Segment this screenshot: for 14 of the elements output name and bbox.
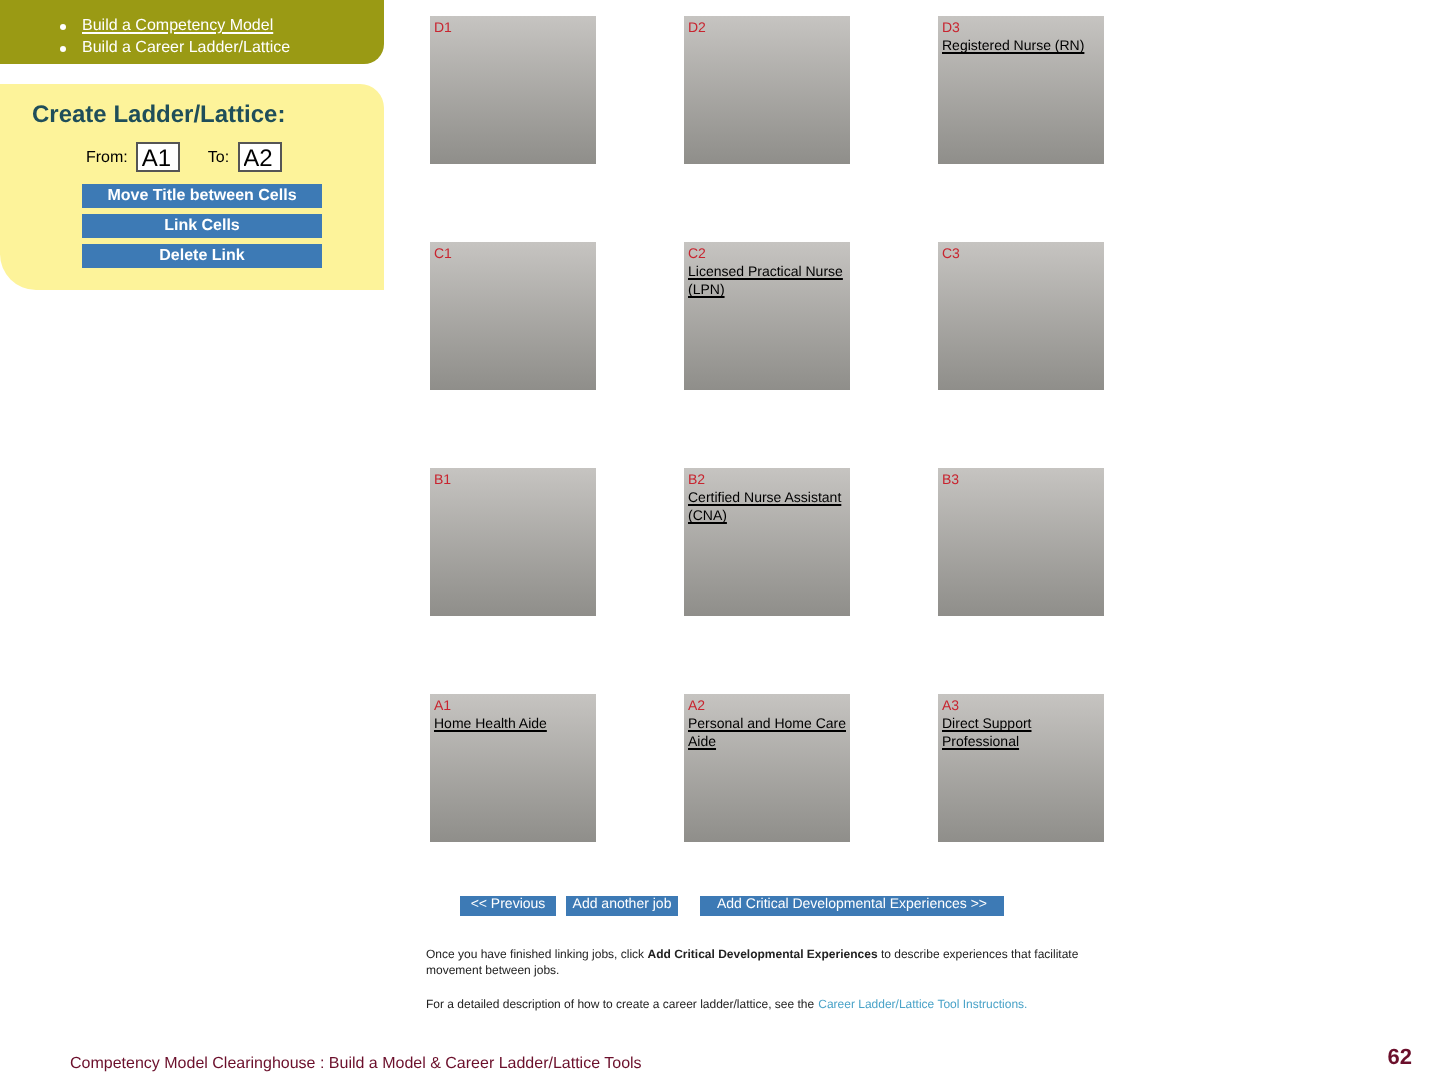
nav-link[interactable]: Build a Competency Model: [82, 16, 274, 36]
from-label: From:: [86, 145, 128, 169]
bullet-icon: [60, 23, 66, 29]
panel-button[interactable]: Delete Link: [82, 244, 322, 268]
to-label: To:: [207, 145, 230, 169]
footer-text: Competency Model Clearinghouse : Build a Model & Career Ladder/Lattice Tools: [70, 1051, 642, 1075]
page-number: 62: [1387, 1044, 1412, 1074]
to-field[interactable]: A2: [237, 142, 282, 172]
nav-link[interactable]: Build a Career Ladder/Lattice: [82, 38, 291, 58]
from-field[interactable]: A1: [135, 142, 180, 172]
bullet-icon: [60, 45, 66, 51]
panel-button[interactable]: Move Title between Cells: [82, 184, 322, 208]
panel-button[interactable]: Link Cells: [82, 214, 322, 238]
panel-title: Create Ladder/Lattice:: [30, 98, 288, 132]
